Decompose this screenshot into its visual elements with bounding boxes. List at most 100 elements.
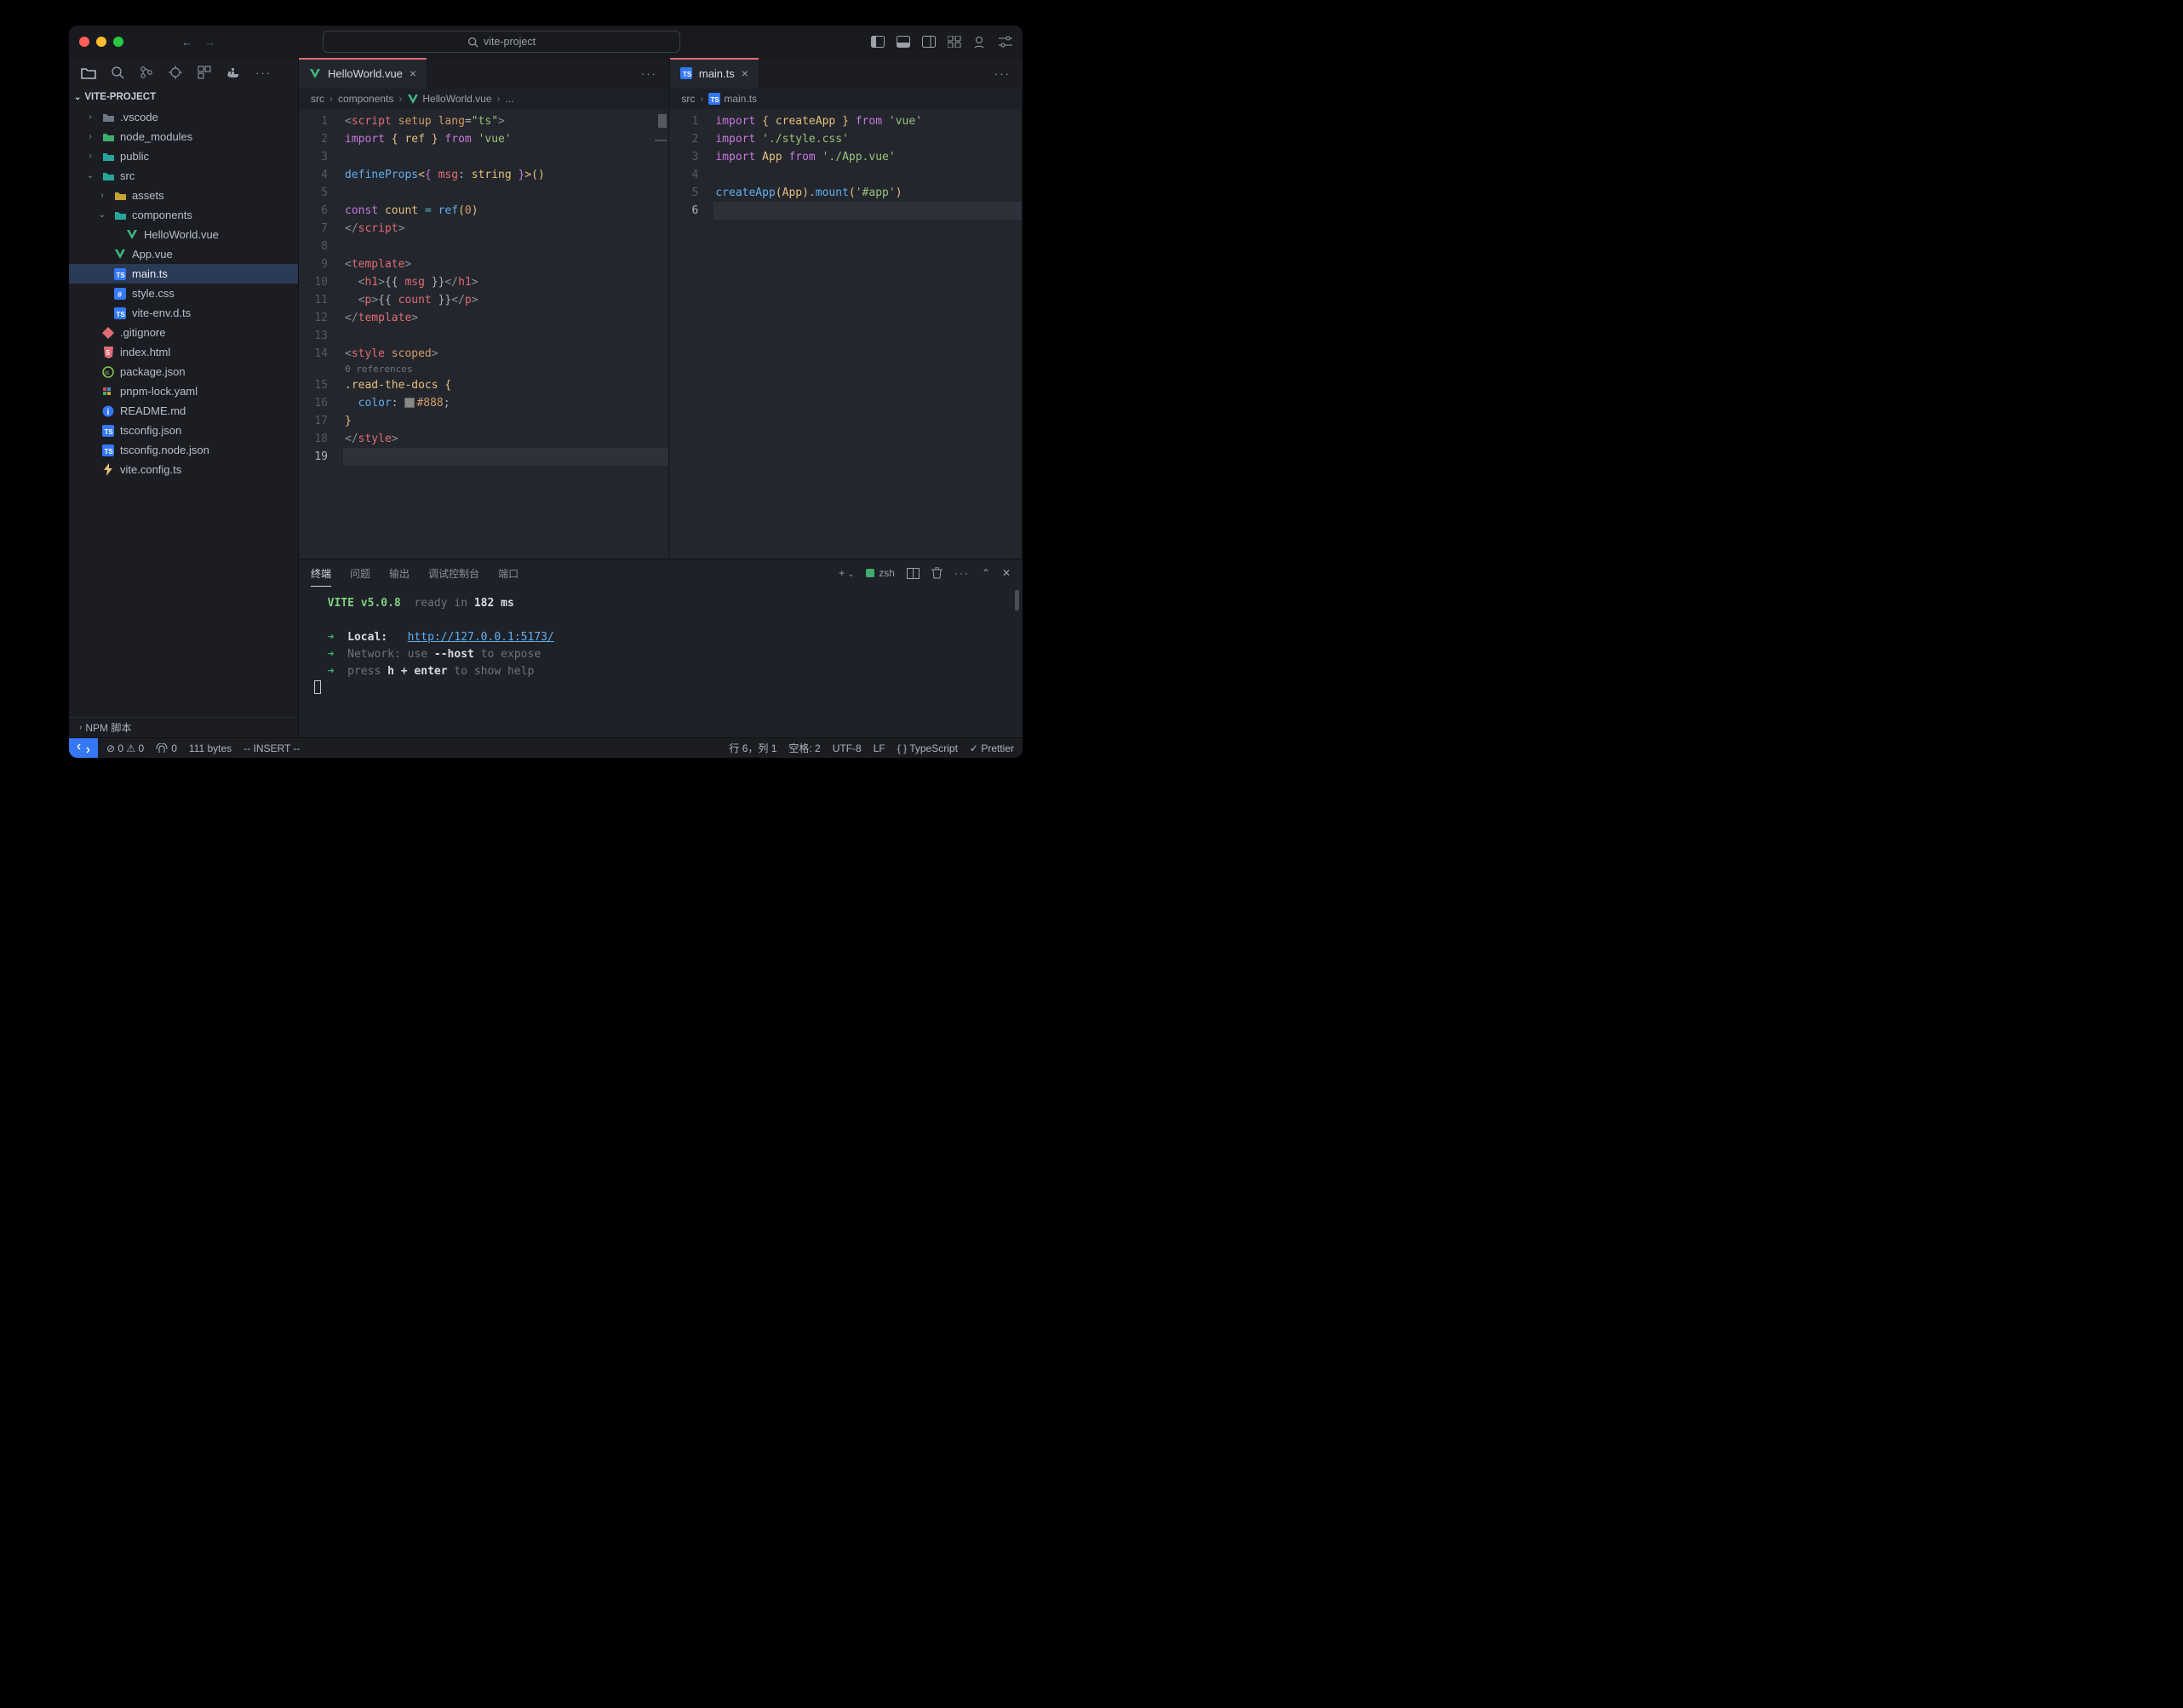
svg-text:TS: TS [711, 96, 720, 104]
tree-item--gitignore[interactable]: .gitignore [69, 323, 298, 342]
status-ports[interactable]: 0 [156, 742, 177, 754]
new-terminal-icon[interactable]: + ⌄ [839, 567, 854, 579]
window-controls [79, 37, 123, 47]
panel-close-icon[interactable]: ✕ [1002, 567, 1011, 579]
tree-item-tsconfig-node-json[interactable]: TStsconfig.node.json [69, 440, 298, 460]
tree-item-style-css[interactable]: #style.css [69, 284, 298, 303]
panel-tab-terminal[interactable]: 终端 [311, 566, 331, 587]
panel-more-icon[interactable]: ··· [954, 567, 970, 579]
svg-text:5: 5 [106, 349, 110, 357]
terminal-scrollbar[interactable] [1015, 590, 1019, 610]
svg-text:TS: TS [105, 428, 114, 436]
sidebar: ··· ⌄ VITE-PROJECT ›.vscode›node_modules… [69, 58, 299, 737]
nav-forward-icon[interactable]: → [204, 36, 215, 49]
tree-item-pnpm-lock-yaml[interactable]: pnpm-lock.yaml [69, 381, 298, 401]
nav-back-icon[interactable]: ← [181, 36, 192, 49]
main-area: HelloWorld.vue × ··· TS main.ts × ··· [299, 58, 1023, 737]
more-actions-icon[interactable]: ··· [641, 67, 657, 80]
layout-sidebar-left-icon[interactable] [871, 36, 885, 48]
status-problems[interactable]: ⊘ 0 ⚠ 0 [106, 742, 144, 754]
tree-item-vite-config-ts[interactable]: vite.config.ts [69, 460, 298, 479]
tree-item-public[interactable]: ›public [69, 146, 298, 166]
titlebar: ← → vite-project [69, 26, 1023, 58]
search-icon [467, 37, 478, 48]
panel-tab-ports[interactable]: 端口 [498, 566, 519, 581]
more-icon[interactable]: ··· [255, 66, 272, 79]
search-panel-icon[interactable] [112, 66, 124, 79]
debug-icon[interactable] [169, 66, 182, 79]
title-right-actions [871, 36, 1012, 48]
status-prettier[interactable]: ✓ Prettier [970, 742, 1014, 754]
bottom-panel: 终端 问题 输出 调试控制台 端口 + ⌄ zsh ··· ⌃ ✕ [299, 559, 1023, 737]
close-tab-icon[interactable]: × [742, 66, 748, 80]
svg-text:TS: TS [683, 71, 692, 78]
breadcrumbs-right[interactable]: src›TS main.ts [669, 89, 1022, 109]
file-tree: ›.vscode›node_modules›public⌄src›assets⌄… [69, 107, 298, 717]
status-indent[interactable]: 空格: 2 [788, 741, 820, 755]
terminal-profile[interactable]: zsh [866, 567, 895, 579]
tree-item-assets[interactable]: ›assets [69, 186, 298, 205]
maximize-window-button[interactable] [113, 37, 123, 47]
tree-item-readme-md[interactable]: iREADME.md [69, 401, 298, 421]
svg-text:TS: TS [117, 272, 126, 279]
tree-item-package-json[interactable]: jspackage.json [69, 362, 298, 381]
editor-pane-right: src›TS main.ts 123456 import { createApp… [669, 89, 1023, 559]
panel-tabstrip: 终端 问题 输出 调试控制台 端口 + ⌄ zsh ··· ⌃ ✕ [299, 559, 1023, 587]
ts-file-icon: TS [680, 67, 692, 79]
tab-main-ts[interactable]: TS main.ts × [670, 58, 759, 89]
account-icon[interactable] [973, 36, 987, 48]
minimap-thumb[interactable] [658, 114, 667, 128]
remote-indicator[interactable] [69, 738, 98, 759]
tree-item-main-ts[interactable]: TSmain.ts [69, 264, 298, 284]
docker-icon[interactable] [226, 66, 240, 78]
status-eol[interactable]: LF [874, 742, 885, 754]
command-center[interactable]: vite-project [323, 31, 680, 53]
settings-sliders-icon[interactable] [999, 36, 1012, 48]
more-actions-icon[interactable]: ··· [994, 67, 1011, 80]
tree-item-tsconfig-json[interactable]: TStsconfig.json [69, 421, 298, 440]
svg-text:i: i [107, 408, 110, 417]
customize-layout-icon[interactable] [948, 36, 961, 48]
editor-pane-left: src›components› HelloWorld.vue›... 12345… [299, 89, 669, 559]
status-cursor-pos[interactable]: 行 6，列 1 [729, 741, 776, 755]
terminal-output[interactable]: VITE v5.0.8 ready in 182 ms ➜ Local: htt… [299, 587, 1023, 737]
kill-terminal-icon[interactable] [931, 567, 943, 579]
tree-item-helloworld-vue[interactable]: HelloWorld.vue [69, 225, 298, 244]
tree-item-src[interactable]: ⌄src [69, 166, 298, 186]
tabstrip: HelloWorld.vue × ··· TS main.ts × ··· [299, 58, 1023, 89]
status-filesize[interactable]: 111 bytes [189, 742, 232, 754]
breadcrumbs-left[interactable]: src›components› HelloWorld.vue›... [299, 89, 668, 109]
svg-text:js: js [104, 370, 110, 376]
tree-item-index-html[interactable]: 5index.html [69, 342, 298, 362]
close-tab-icon[interactable]: × [410, 66, 416, 80]
close-window-button[interactable] [79, 37, 89, 47]
layout-sidebar-right-icon[interactable] [922, 36, 936, 48]
tree-item-components[interactable]: ⌄components [69, 205, 298, 225]
explorer-icon[interactable] [81, 66, 96, 79]
minimize-window-button[interactable] [96, 37, 106, 47]
panel-tab-debug[interactable]: 调试控制台 [428, 566, 479, 581]
explorer-header[interactable]: ⌄ VITE-PROJECT [69, 87, 298, 107]
status-language[interactable]: { } TypeScript [897, 742, 958, 754]
panel-maximize-icon[interactable]: ⌃ [982, 567, 990, 579]
status-encoding[interactable]: UTF-8 [833, 742, 862, 754]
tree-item--vscode[interactable]: ›.vscode [69, 107, 298, 127]
overview-ruler-mark [655, 140, 667, 141]
svg-text:TS: TS [105, 448, 114, 456]
tab-helloworld[interactable]: HelloWorld.vue × [299, 58, 427, 89]
panel-tab-problems[interactable]: 问题 [350, 566, 370, 581]
code-editor-right[interactable]: 123456 import { createApp } from 'vue'im… [669, 109, 1022, 559]
extensions-icon[interactable] [198, 66, 211, 79]
panel-tab-output[interactable]: 输出 [389, 566, 410, 581]
project-name: vite-project [484, 36, 536, 48]
npm-scripts-section[interactable]: › NPM 脚本 [69, 717, 298, 737]
vscode-window: ← → vite-project ··· [69, 26, 1023, 758]
tree-item-app-vue[interactable]: App.vue [69, 244, 298, 264]
layout-panel-icon[interactable] [897, 36, 910, 48]
source-control-icon[interactable] [140, 66, 153, 79]
svg-text:#: # [117, 290, 122, 299]
tree-item-node-modules[interactable]: ›node_modules [69, 127, 298, 146]
split-terminal-icon[interactable] [907, 568, 920, 579]
tree-item-vite-env-d-ts[interactable]: TSvite-env.d.ts [69, 303, 298, 323]
code-editor-left[interactable]: 12345678910111213141516171819 <script se… [299, 109, 668, 559]
